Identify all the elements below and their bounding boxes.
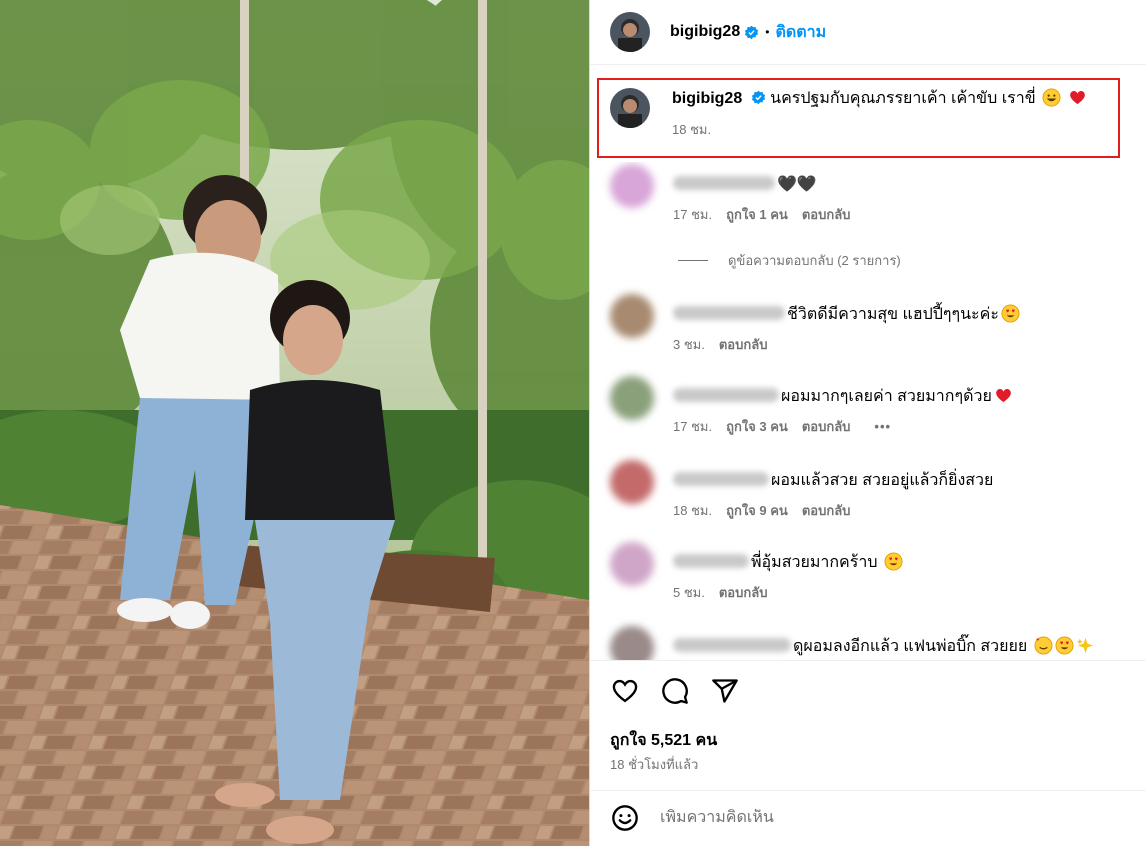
reply-button[interactable]: ตอบกลับ bbox=[802, 204, 851, 225]
caption-avatar[interactable] bbox=[610, 88, 650, 128]
post-caption: bigibig28 นครปฐมกับคุณภรรยาเค้า เค้าขับ … bbox=[610, 88, 1087, 140]
more-options-icon[interactable]: ••• bbox=[874, 419, 891, 434]
smiling-hearts-icon bbox=[1034, 636, 1053, 655]
reply-button[interactable]: ตอบกลับ bbox=[719, 334, 768, 355]
red-heart-icon bbox=[1069, 91, 1085, 105]
follow-button[interactable]: ติดตาม bbox=[775, 20, 826, 45]
comment-text: พี่อุ้มสวยมากคร้าบ bbox=[751, 554, 878, 571]
heart-icon bbox=[612, 679, 638, 703]
reply-button[interactable]: ตอบกลับ bbox=[802, 416, 851, 437]
red-heart-icon bbox=[995, 389, 1011, 403]
comment-likes[interactable]: ถูกใจ 9 คน bbox=[726, 500, 788, 521]
comments-divider bbox=[590, 660, 1146, 661]
commenter-avatar[interactable] bbox=[610, 164, 654, 208]
heart-eyes-icon bbox=[884, 552, 903, 571]
header-divider bbox=[590, 64, 1146, 65]
post-header: bigibig28 • ติดตาม bbox=[590, 0, 1146, 64]
like-button[interactable] bbox=[610, 676, 640, 706]
commenter-avatar[interactable] bbox=[610, 294, 654, 338]
comment-icon bbox=[662, 678, 688, 704]
comment-time: 17 ชม. bbox=[673, 419, 713, 434]
blurred-username[interactable] bbox=[673, 472, 769, 486]
comment-text: ผอมแล้วสวย สวยอยู่แล้วก็ยิ่งสวย bbox=[771, 472, 994, 489]
comment-time: 5 ชม. bbox=[673, 585, 705, 600]
comment-likes[interactable]: ถูกใจ 1 คน bbox=[726, 204, 788, 225]
emoji-picker-button[interactable] bbox=[610, 803, 640, 833]
add-comment-input[interactable] bbox=[660, 809, 1060, 827]
reply-button[interactable]: ตอบกลับ bbox=[719, 582, 768, 603]
verified-badge-icon bbox=[745, 25, 759, 39]
post-actions bbox=[610, 676, 760, 706]
smiley-icon bbox=[612, 805, 638, 831]
add-comment-bar bbox=[590, 790, 1146, 846]
grinning-face-icon bbox=[1042, 88, 1061, 107]
blurred-username[interactable] bbox=[673, 388, 779, 402]
author-username[interactable]: bigibig28 bbox=[670, 23, 740, 41]
commenter-avatar[interactable] bbox=[610, 460, 654, 504]
heart-eyes-icon bbox=[1001, 304, 1020, 323]
comment-time: 3 ชม. bbox=[673, 337, 705, 352]
commenter-avatar[interactable] bbox=[610, 542, 654, 586]
view-replies-line bbox=[678, 260, 708, 261]
commenter-avatar[interactable] bbox=[610, 376, 654, 420]
comment-text: ชีวิตดีมีความสุข แฮปปี้ๆๆนะค่ะ bbox=[787, 306, 999, 323]
likes-count[interactable]: ถูกใจ 5,521 คน bbox=[610, 728, 717, 753]
commenter-avatar[interactable] bbox=[610, 626, 654, 660]
blurred-username[interactable] bbox=[673, 554, 749, 568]
comment-text: ผอมมากๆเลยค่า สวยมากๆด้วย bbox=[781, 388, 992, 405]
caption-time: 18 ชม. bbox=[672, 122, 712, 137]
heart-eyes-icon bbox=[1055, 636, 1074, 655]
share-button[interactable] bbox=[710, 676, 740, 706]
comment-text: 🖤🖤 bbox=[777, 176, 817, 193]
view-replies-label: ดูข้อความตอบกลับ (2 รายการ) bbox=[728, 253, 901, 268]
verified-badge-icon bbox=[751, 90, 765, 105]
photo-illustration bbox=[0, 0, 589, 846]
comments-list[interactable]: 🖤🖤 17 ชม. ถูกใจ 1 คน ตอบกลับ ดูข้อความตอ… bbox=[590, 162, 1146, 660]
reply-button[interactable]: ตอบกลับ bbox=[802, 500, 851, 521]
sparkles-icon bbox=[1076, 637, 1093, 654]
comment-text: ดูผอมลงอีกแล้ว แฟนพ่อบิ๊ก สวยยย bbox=[793, 638, 1028, 655]
comment-likes[interactable]: ถูกใจ 3 คน bbox=[726, 416, 788, 437]
caption-username[interactable]: bigibig28 bbox=[672, 90, 742, 107]
author-avatar[interactable] bbox=[610, 12, 650, 52]
view-replies-button[interactable]: ดูข้อความตอบกลับ (2 รายการ) bbox=[678, 250, 901, 271]
post-photo[interactable] bbox=[0, 0, 589, 846]
post-side-panel: bigibig28 • ติดตาม bigibig28 นครปฐมกับคุ… bbox=[590, 0, 1146, 846]
post-time-ago: 18 ชั่วโมงที่แล้ว bbox=[610, 757, 699, 772]
blurred-username[interactable] bbox=[673, 306, 785, 320]
comment-button[interactable] bbox=[660, 676, 690, 706]
comment-time: 17 ชม. bbox=[673, 207, 713, 222]
caption-text: นครปฐมกับคุณภรรยาเค้า เค้าขับ เราขี่ bbox=[770, 90, 1036, 107]
comment-time: 18 ชม. bbox=[673, 503, 713, 518]
header-separator: • bbox=[765, 25, 770, 39]
share-icon bbox=[712, 679, 738, 703]
blurred-username[interactable] bbox=[673, 176, 775, 190]
blurred-username[interactable] bbox=[673, 638, 791, 652]
